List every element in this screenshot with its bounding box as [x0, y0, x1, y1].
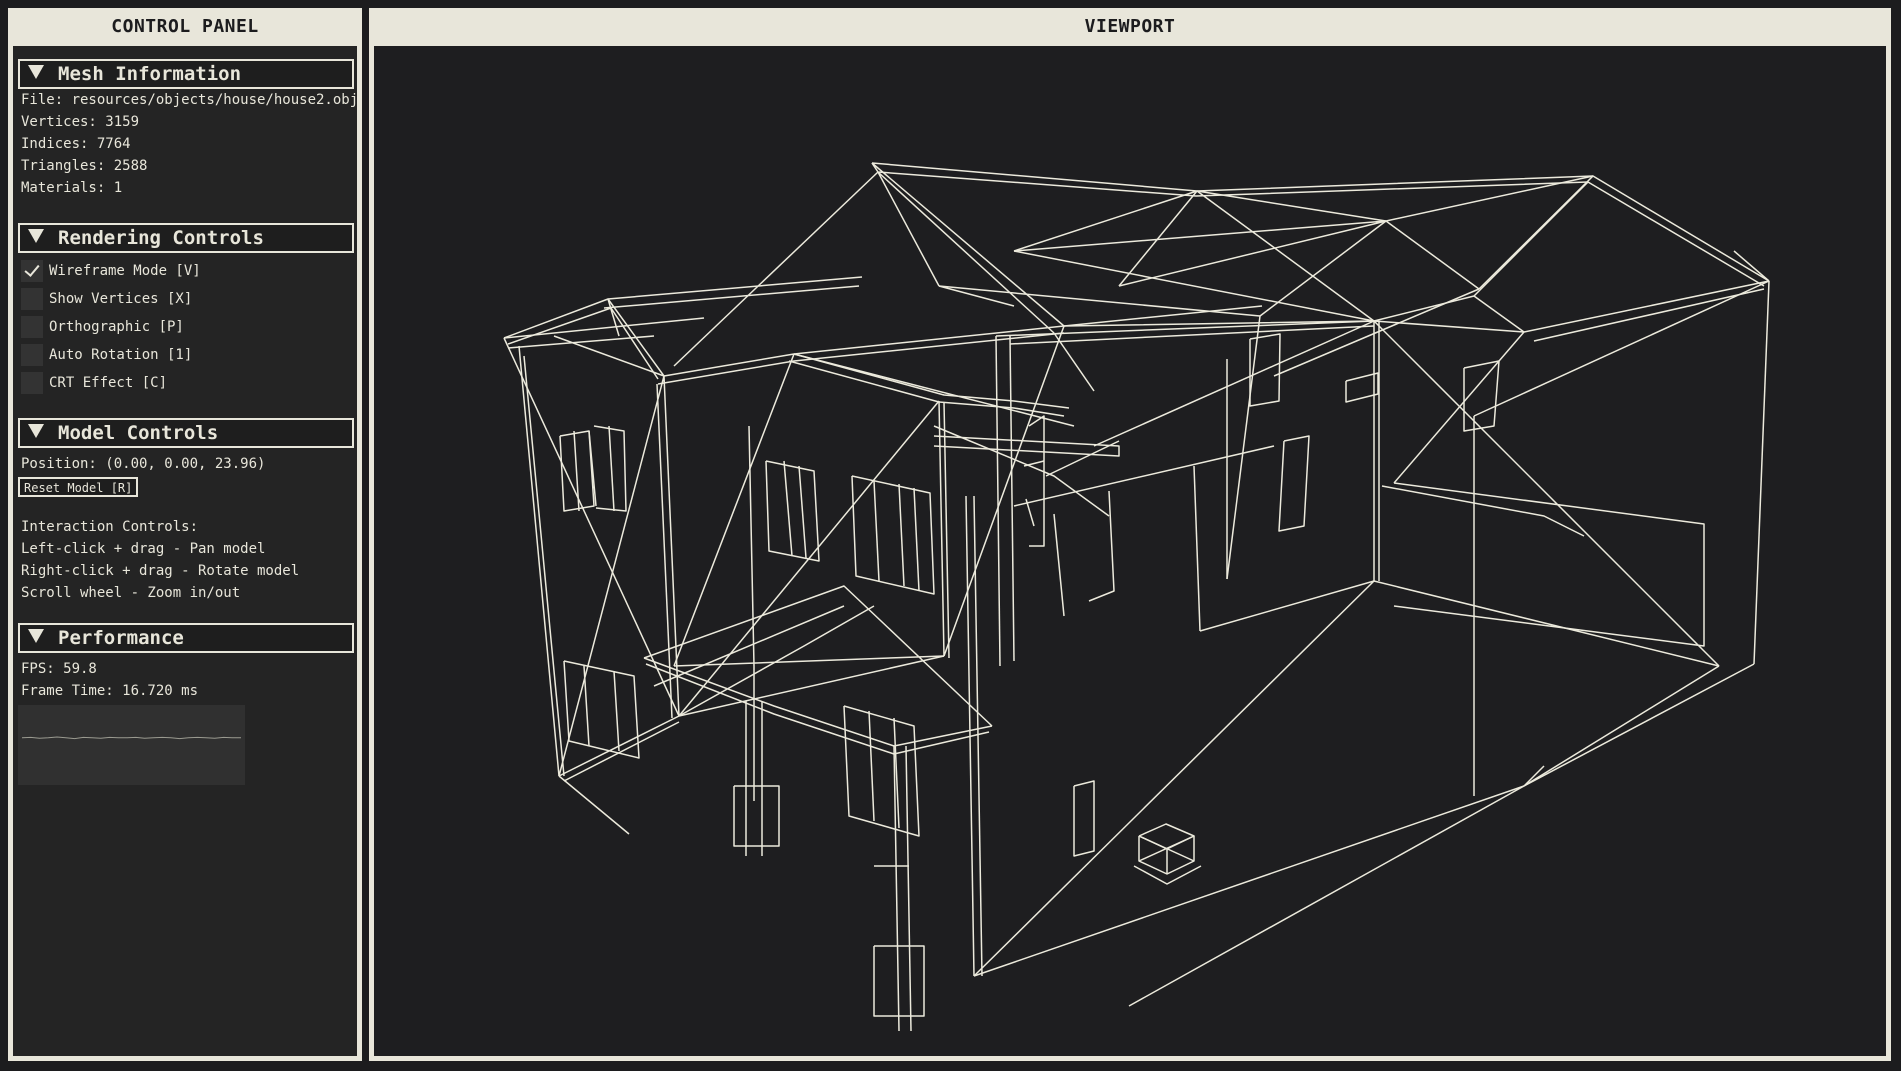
fps-graph-line — [21, 736, 241, 740]
viewport-canvas[interactable] — [374, 46, 1886, 1056]
interaction-pan: Left-click + drag - Pan model — [21, 541, 266, 557]
auto-rotation-label: Auto Rotation [1] — [49, 347, 193, 363]
viewport-panel: VIEWPORT — [369, 8, 1891, 1061]
checkbox-orthographic[interactable] — [21, 316, 43, 338]
mesh-information-header[interactable]: Mesh Information — [18, 59, 354, 89]
interaction-controls-title: Interaction Controls: — [21, 519, 199, 535]
mesh-information-label: Mesh Information — [58, 63, 242, 85]
performance-label: Performance — [58, 627, 184, 649]
orthographic-toggle[interactable]: Orthographic [P] — [21, 316, 184, 338]
checkbox-wireframe[interactable] — [21, 260, 43, 282]
reset-model-button[interactable]: Reset Model [R] — [18, 477, 139, 497]
auto-rotation-toggle[interactable]: Auto Rotation [1] — [21, 344, 192, 366]
mesh-file: File: resources/objects/house/house2.obj — [21, 92, 357, 108]
show-vertices-label: Show Vertices [X] — [49, 291, 193, 307]
triangle-down-icon — [28, 229, 44, 243]
control-panel-title: CONTROL PANEL — [111, 16, 259, 37]
model-controls-label: Model Controls — [58, 422, 219, 444]
checkbox-show-vertices[interactable] — [21, 288, 43, 310]
rendering-controls-label: Rendering Controls — [58, 227, 264, 249]
triangle-down-icon — [28, 65, 44, 79]
viewport-title: VIEWPORT — [1084, 16, 1176, 37]
checkbox-auto-rotation[interactable] — [21, 344, 43, 366]
model-controls-header[interactable]: Model Controls — [18, 418, 354, 448]
crt-effect-toggle[interactable]: CRT Effect [C] — [21, 372, 167, 394]
frame-time-readout: Frame Time: 16.720 ms — [21, 683, 199, 699]
mesh-indices: Indices: 7764 — [21, 136, 131, 152]
wireframe-lines — [503, 162, 1770, 1032]
triangle-down-icon — [28, 629, 44, 643]
rendering-controls-header[interactable]: Rendering Controls — [18, 223, 354, 253]
control-panel: CONTROL PANEL Mesh Information File: res… — [8, 8, 362, 1061]
wireframe-mode-label: Wireframe Mode [V] — [49, 263, 201, 279]
interaction-rotate: Right-click + drag - Rotate model — [21, 563, 300, 579]
house-wireframe — [503, 162, 1770, 1032]
fps-readout: FPS: 59.8 — [21, 661, 97, 677]
control-panel-body: Mesh Information File: resources/objects… — [13, 46, 357, 1056]
crt-effect-label: CRT Effect [C] — [49, 375, 168, 391]
interaction-zoom: Scroll wheel - Zoom in/out — [21, 585, 241, 601]
orthographic-label: Orthographic [P] — [49, 319, 184, 335]
triangle-down-icon — [28, 424, 44, 438]
fps-graph — [18, 705, 245, 785]
wireframe-mode-toggle[interactable]: Wireframe Mode [V] — [21, 260, 201, 282]
performance-header[interactable]: Performance — [18, 623, 354, 653]
checkbox-crt-effect[interactable] — [21, 372, 43, 394]
mesh-vertices: Vertices: 3159 — [21, 114, 140, 130]
fps-series — [21, 736, 241, 740]
mesh-materials: Materials: 1 — [21, 180, 123, 196]
mesh-triangles: Triangles: 2588 — [21, 158, 148, 174]
model-position: Position: (0.00, 0.00, 23.96) — [21, 456, 266, 472]
show-vertices-toggle[interactable]: Show Vertices [X] — [21, 288, 192, 310]
